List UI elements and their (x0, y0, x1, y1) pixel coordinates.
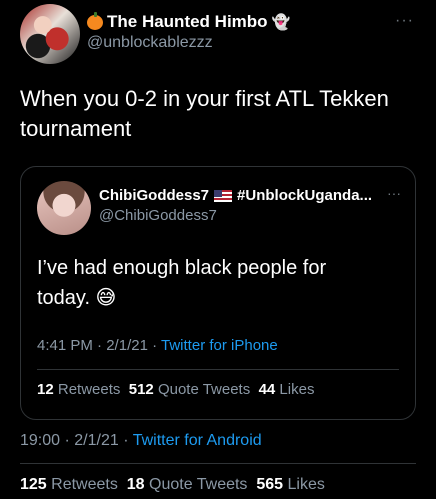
quoted-more-options-icon[interactable]: ··· (387, 185, 401, 201)
quoted-tweet-text: I’ve had enough black people for today. … (37, 257, 327, 309)
separator: · (123, 432, 129, 449)
quoted-date: 2/1/21 (106, 337, 148, 354)
quoted-likes-label[interactable]: Likes (279, 381, 314, 398)
quoted-time: 4:41 PM (37, 337, 93, 354)
separator: · (64, 432, 70, 449)
quoted-likes-count[interactable]: 44 (259, 381, 276, 398)
retweets-count[interactable]: 125 (20, 476, 47, 493)
quoted-divider (37, 369, 399, 370)
quoted-quotes-count[interactable]: 512 (129, 381, 154, 398)
tweet-timestamp: 19:00 · 2/1/21 · Twitter for Android (20, 432, 262, 450)
quoted-tweet-card[interactable]: ChibiGoddess7 #UnblockUganda... @ChibiGo… (20, 166, 416, 420)
author-name-row[interactable]: The Haunted Himbo 👻 (87, 11, 291, 32)
tweet-divider (20, 463, 416, 464)
quoted-handle[interactable]: @ChibiGoddess7 (99, 207, 217, 224)
likes-count[interactable]: 565 (256, 476, 283, 493)
author-avatar[interactable] (20, 4, 80, 64)
separator: · (97, 337, 103, 354)
quoted-retweets-label[interactable]: Retweets (58, 381, 121, 398)
us-flag-icon (214, 189, 233, 202)
tweet-text: When you 0-2 in your first ATL Tekken to… (20, 86, 389, 141)
ghost-emoji: 👻 (271, 13, 291, 31)
quoted-timestamp: 4:41 PM · 2/1/21 · Twitter for iPhone (37, 337, 278, 354)
quoted-avatar[interactable] (37, 181, 91, 235)
tweet-time: 19:00 (20, 432, 61, 449)
author-name: The Haunted Himbo (107, 12, 268, 31)
quoted-author-name: ChibiGoddess7 (99, 187, 210, 204)
quotes-count[interactable]: 18 (127, 476, 145, 493)
quoted-hashtag: #UnblockUganda... (237, 187, 373, 204)
more-options-icon[interactable]: ··· (395, 12, 414, 30)
tweet-date: 2/1/21 (74, 432, 119, 449)
author-handle[interactable]: @unblockablezzz (87, 34, 213, 52)
tweet-source-link[interactable]: Twitter for Android (133, 432, 262, 449)
quotes-label[interactable]: Quote Tweets (149, 476, 247, 493)
quoted-quotes-label[interactable]: Quote Tweets (158, 381, 250, 398)
separator: · (152, 337, 158, 354)
retweets-label[interactable]: Retweets (51, 476, 118, 493)
quoted-source-link[interactable]: Twitter for iPhone (161, 337, 278, 354)
quoted-retweets-count[interactable]: 12 (37, 381, 54, 398)
pumpkin-icon (87, 11, 103, 30)
tweet-stats: 125 Retweets 18 Quote Tweets 565 Likes (20, 476, 325, 494)
likes-label[interactable]: Likes (287, 476, 324, 493)
quoted-stats: 12 Retweets 512 Quote Tweets 44 Likes (37, 381, 314, 398)
quoted-name-row[interactable]: ChibiGoddess7 #UnblockUganda... (99, 187, 372, 204)
